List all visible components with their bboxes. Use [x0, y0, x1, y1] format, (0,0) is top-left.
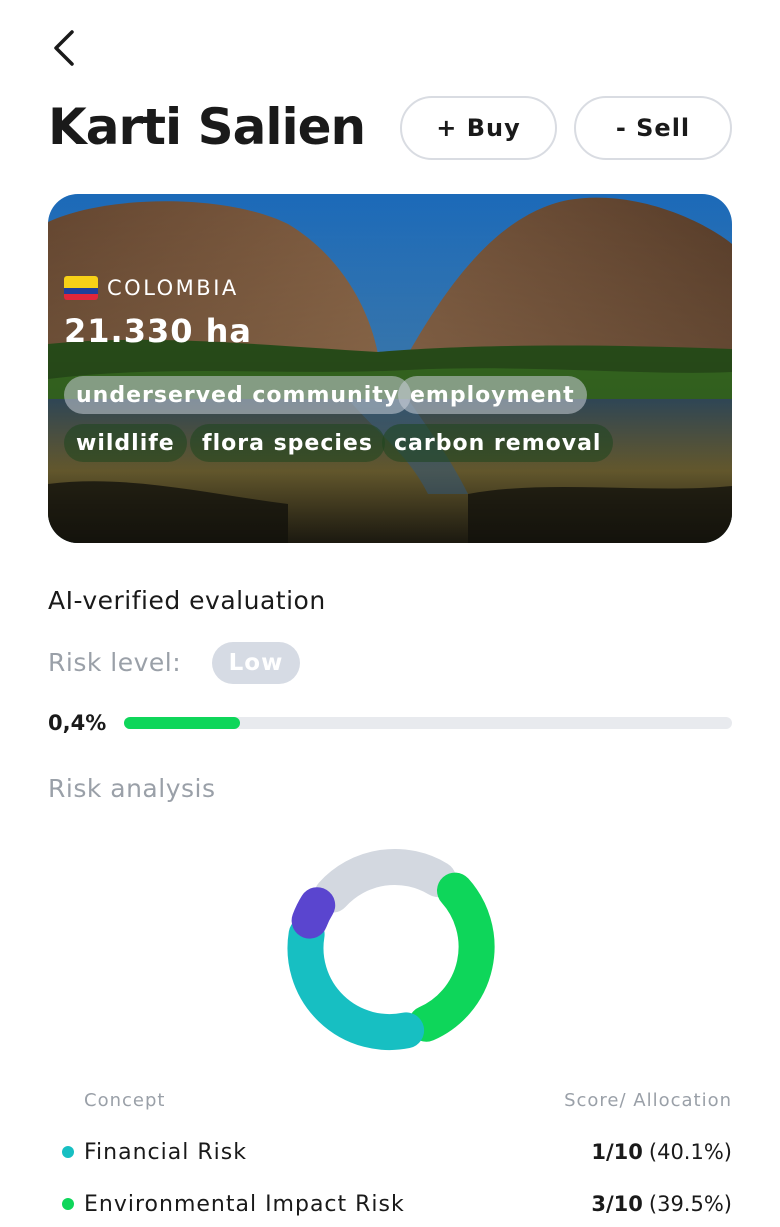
sell-button[interactable]: - Sell — [574, 96, 732, 160]
bullet-dot-icon — [62, 1198, 74, 1210]
donut-segment-grey — [314, 848, 457, 913]
tag-underserved-community: underserved community — [64, 376, 412, 414]
risk-level-label: Risk level: — [48, 648, 182, 677]
colombia-flag-icon — [64, 276, 98, 300]
bullet-dot-icon — [62, 1146, 74, 1158]
risk-donut-chart — [287, 848, 495, 1051]
risk-progress-fill — [124, 717, 240, 729]
back-button[interactable] — [48, 28, 84, 68]
column-concept-header: Concept — [84, 1090, 166, 1111]
risk-percent: 0,4% — [48, 711, 107, 735]
donut-segment-green — [408, 872, 495, 1042]
risk-row-allocation: (39.5%) — [648, 1192, 732, 1216]
tag-flora-species: flora species — [190, 424, 385, 462]
risk-analysis-heading: Risk analysis — [48, 774, 216, 803]
risk-row-allocation: (40.1%) — [648, 1140, 732, 1164]
country-label: COLOMBIA — [107, 276, 239, 300]
page-title: Karti Salien — [48, 98, 366, 156]
project-hero-card[interactable]: COLOMBIA 21.330 ha underserved community… — [48, 194, 732, 543]
donut-segment-teal — [287, 916, 425, 1051]
risk-row-score: 1/10 — [591, 1140, 643, 1164]
tag-carbon-removal: carbon removal — [382, 424, 614, 462]
risk-level-badge: Low — [212, 642, 300, 684]
buy-button[interactable]: + Buy — [400, 96, 557, 160]
column-score-header: Score/ Allocation — [564, 1090, 732, 1111]
risk-row-score: 3/10 — [591, 1192, 643, 1216]
risk-row-label: Environmental Impact Risk — [84, 1191, 405, 1217]
risk-row-label: Financial Risk — [84, 1139, 247, 1165]
risk-row[interactable]: Environmental Impact Risk 3/10 (39.5%) — [62, 1189, 732, 1219]
landscape-image — [48, 194, 732, 543]
area-size: 21.330 ha — [64, 312, 252, 350]
tag-wildlife: wildlife — [64, 424, 187, 462]
donut-segment-purple — [291, 887, 336, 939]
chevron-left-icon — [54, 30, 74, 66]
risk-progress-bar — [124, 717, 732, 729]
evaluation-heading: AI-verified evaluation — [48, 586, 326, 615]
risk-row[interactable]: Financial Risk 1/10 (40.1%) — [62, 1137, 732, 1167]
tag-employment: employment — [398, 376, 587, 414]
